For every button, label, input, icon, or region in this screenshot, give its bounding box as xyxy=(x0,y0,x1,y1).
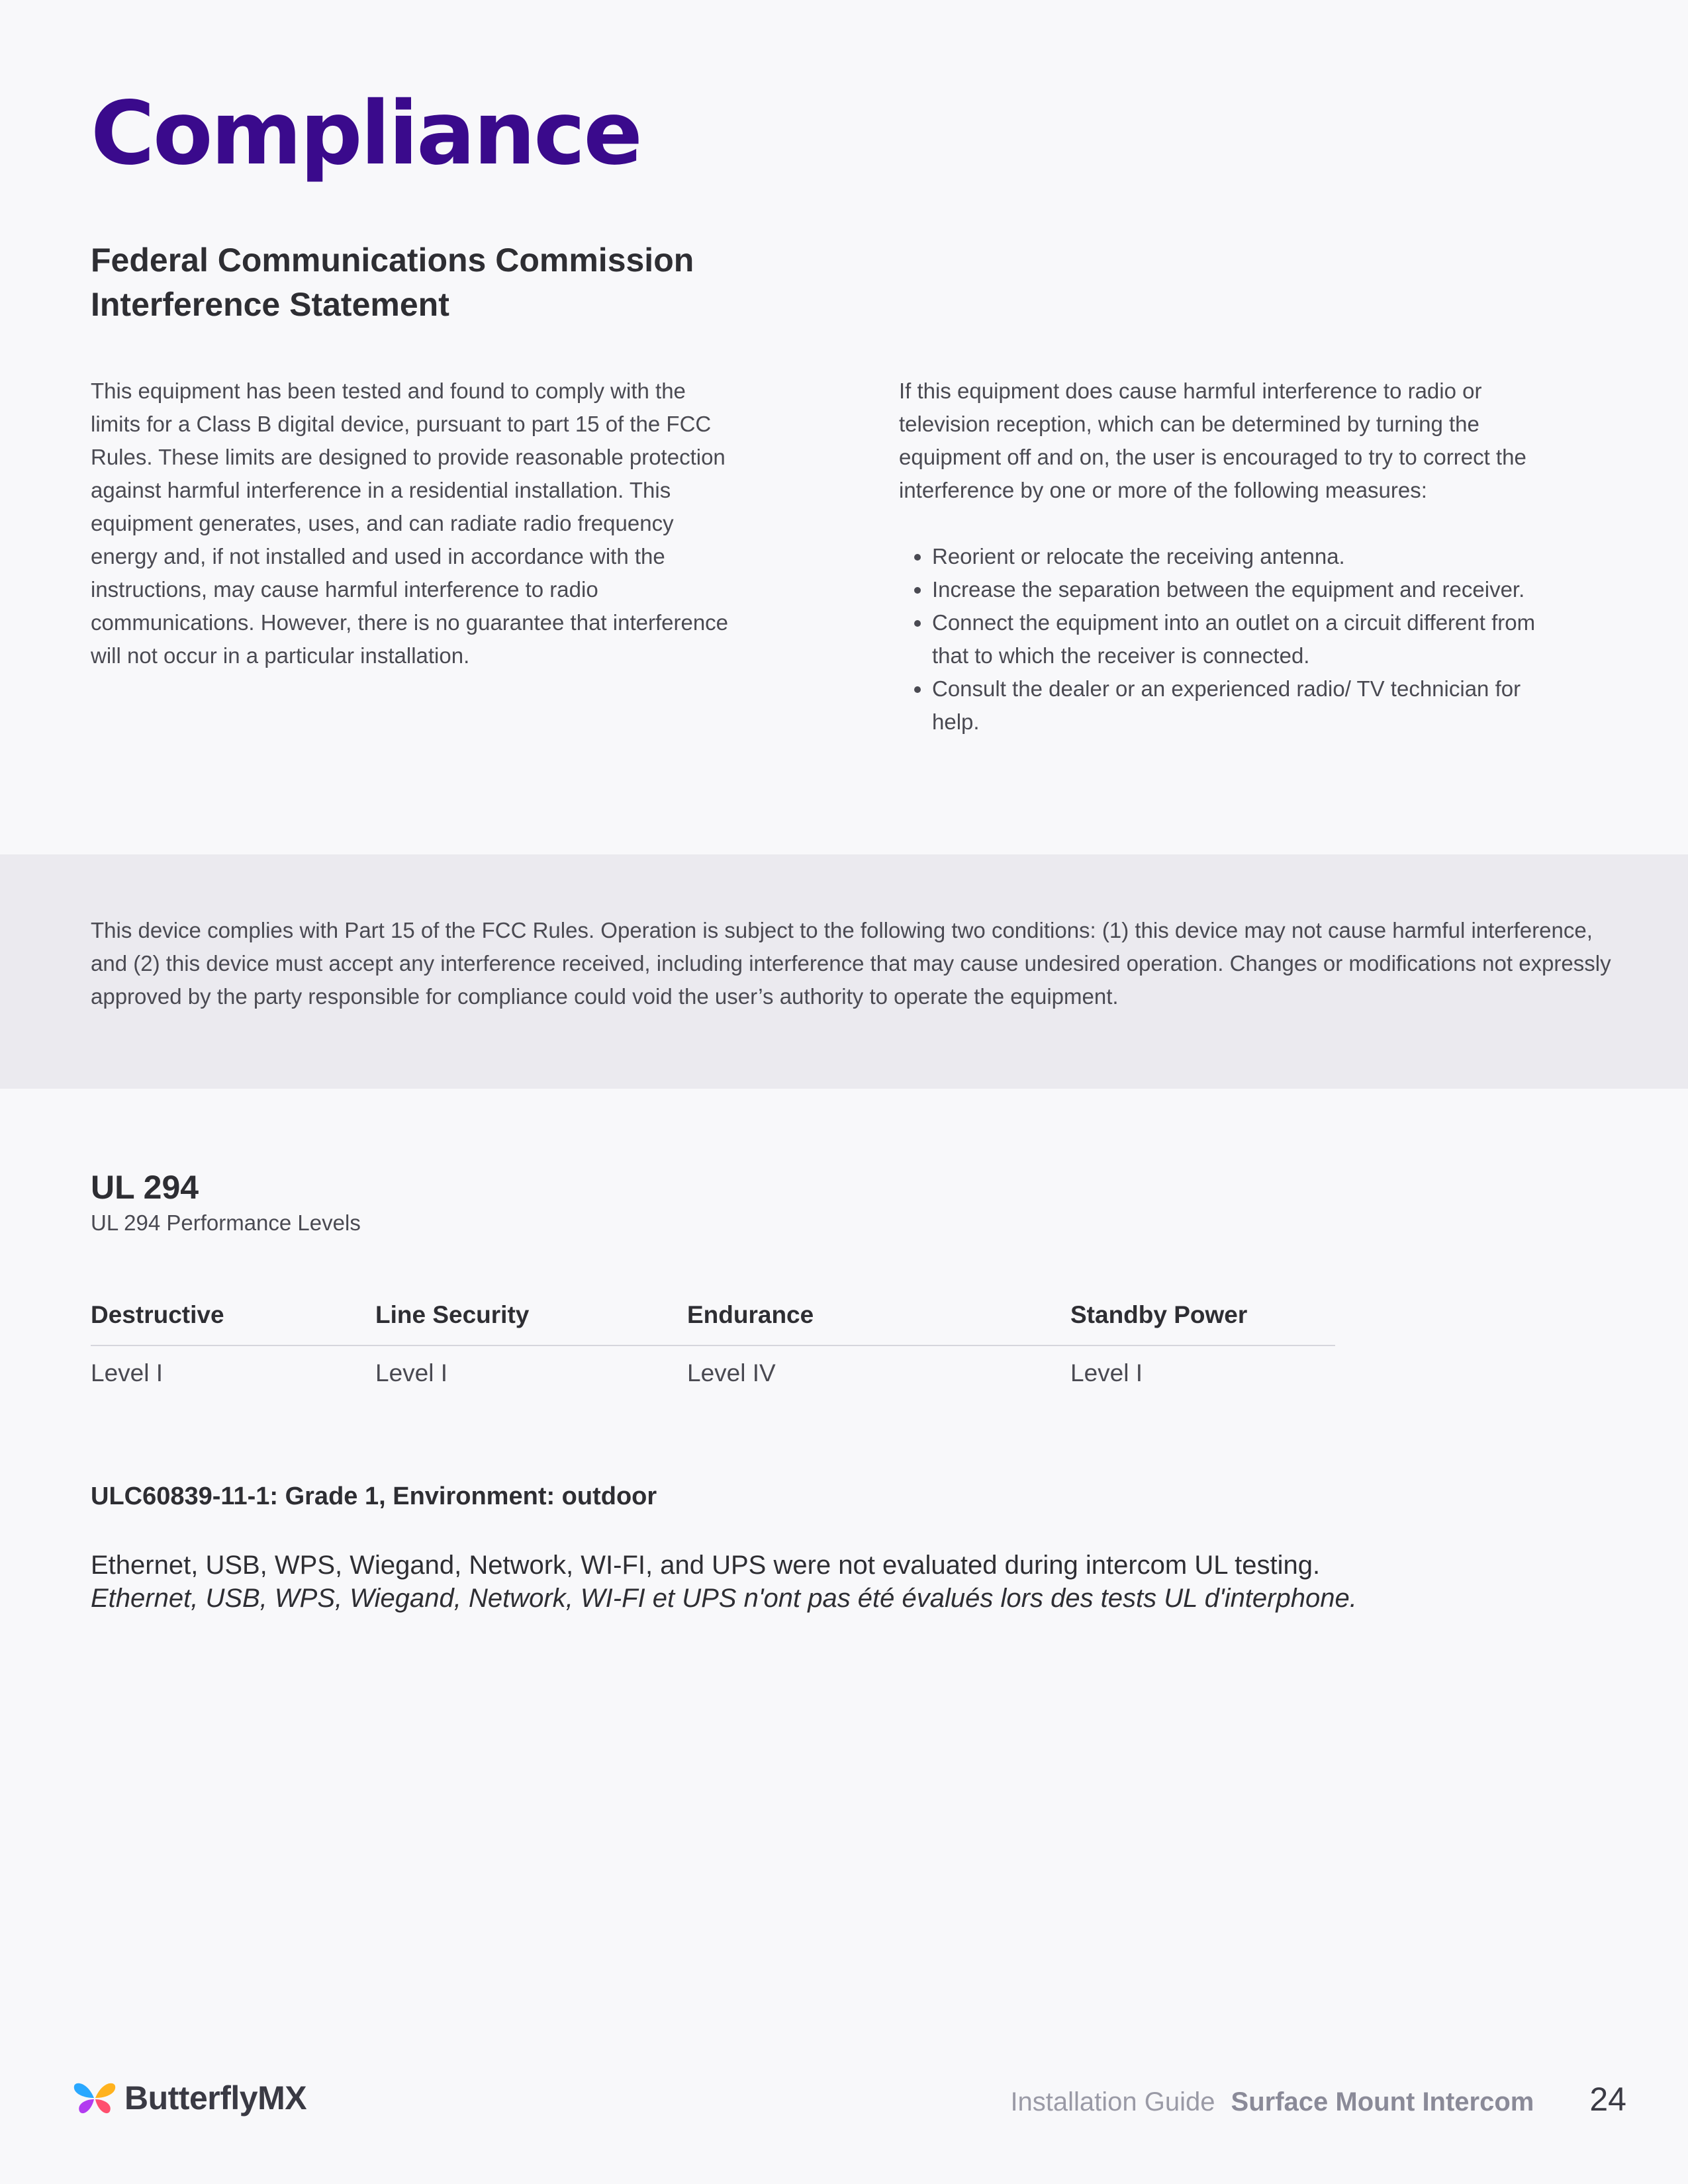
column-header-endurance: Endurance xyxy=(687,1301,1070,1346)
ul294-subheading: UL 294 Performance Levels xyxy=(91,1210,361,1235)
table-header-row: Destructive Line Security Endurance Stan… xyxy=(91,1301,1335,1346)
fcc-measures-list: Reorient or relocate the receiving anten… xyxy=(899,540,1561,739)
list-item: Reorient or relocate the receiving anten… xyxy=(932,540,1561,573)
butterfly-icon xyxy=(73,2083,116,2114)
footer-meta: Installation Guide Surface Mount Interco… xyxy=(1010,2080,1626,2118)
ulc-grade-line: ULC60839-11-1: Grade 1, Environment: out… xyxy=(91,1482,657,1510)
brand-name: ButterflyMX xyxy=(124,2079,307,2116)
part15-notice-band: This device complies with Part 15 of the… xyxy=(0,854,1688,1089)
fcc-right-column: If this equipment does cause harmful int… xyxy=(899,375,1561,739)
list-item: Connect the equipment into an outlet on … xyxy=(932,606,1561,672)
table-row: Level I Level I Level IV Level I xyxy=(91,1345,1335,1387)
product-name: Surface Mount Intercom xyxy=(1231,2087,1534,2116)
part15-notice: This device complies with Part 15 of the… xyxy=(91,918,1611,1009)
cell-line-security: Level I xyxy=(375,1359,448,1387)
brand-logo: ButterflyMX xyxy=(73,2078,307,2118)
ul294-heading: UL 294 xyxy=(91,1169,199,1206)
fcc-left-paragraph: This equipment has been tested and found… xyxy=(91,379,729,668)
page-number: 24 xyxy=(1589,2081,1626,2118)
evaluation-note: Ethernet, USB, WPS, Wiegand, Network, WI… xyxy=(91,1549,1613,1615)
column-header-line-security: Line Security xyxy=(375,1301,687,1346)
fcc-heading: Federal Communications Commission Interf… xyxy=(91,238,753,327)
performance-levels-table: Destructive Line Security Endurance Stan… xyxy=(91,1301,1335,1387)
fcc-right-intro: If this equipment does cause harmful int… xyxy=(899,379,1526,502)
list-item: Consult the dealer or an experienced rad… xyxy=(932,672,1561,739)
column-header-destructive: Destructive xyxy=(91,1301,375,1346)
cell-endurance: Level IV xyxy=(687,1359,776,1387)
page-title: Compliance xyxy=(91,83,643,185)
fcc-heading-line2: Interference Statement xyxy=(91,286,449,323)
cell-destructive: Level I xyxy=(91,1359,164,1387)
list-item: Increase the separation between the equi… xyxy=(932,573,1561,606)
evaluation-note-en: Ethernet, USB, WPS, Wiegand, Network, WI… xyxy=(91,1551,1321,1580)
guide-label: Installation Guide xyxy=(1010,2087,1215,2116)
cell-standby-power: Level I xyxy=(1070,1359,1143,1387)
fcc-heading-line1: Federal Communications Commission xyxy=(91,242,694,279)
column-header-standby-power: Standby Power xyxy=(1070,1301,1335,1346)
evaluation-note-fr: Ethernet, USB, WPS, Wiegand, Network, WI… xyxy=(91,1584,1357,1613)
